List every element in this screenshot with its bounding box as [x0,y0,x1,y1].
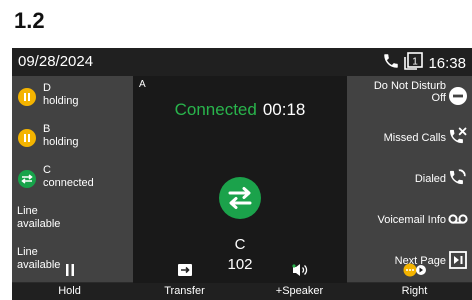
call-status-text: Connected [174,100,257,119]
softkey-label: Voicemail Info [377,214,446,226]
bottom-key-label: +Speaker [275,285,324,297]
hold-icon [64,263,76,282]
bottom-key-label: Transfer [164,285,205,297]
status-date: 09/28/2024 [18,53,94,70]
more-right-icon [402,263,428,282]
softkey-label: Do Not Disturb Off [374,80,446,104]
do-not-disturb-button[interactable]: Do Not Disturb Off [347,76,472,118]
voicemail-icon [448,212,468,231]
hold-status-icon [18,129,36,147]
softkey-label: Dialed [414,173,446,185]
status-bar: 09/28/2024 1 16:38 [12,48,472,76]
right-button[interactable]: Right [357,263,472,300]
line-key-b[interactable]: B holding [12,117,133,159]
line-number-icon: 1 [404,52,424,75]
softkey-panel: Do Not Disturb Off Missed Calls Dialed V… [347,76,472,283]
line-key-state: available [17,259,61,271]
active-call-panel: A Connected 00:18 C 102 [133,76,347,283]
line-key-state: connected [43,177,94,189]
missed-calls-button[interactable]: Missed Calls [347,117,472,159]
softkey-label-line1: Do Not Disturb [373,80,446,92]
hold-button[interactable]: Hold [12,264,127,300]
status-right: 1 16:38 [382,52,466,75]
line-key-name: Line [17,205,38,217]
line-key-available-1[interactable]: Line available [12,199,133,241]
softkey-label: Missed Calls [383,132,446,144]
line-key-state: holding [43,136,79,148]
line-key-state: holding [43,95,79,107]
caller-name: C [234,236,246,253]
dialed-calls-button[interactable]: Dialed [347,158,472,200]
line-keys: D holding B holding C connected Line ava… [12,76,133,283]
call-status: Connected 00:18 [133,100,347,120]
call-timer: 00:18 [262,100,306,119]
line-key-name: C [43,164,51,176]
active-line-letter: A [139,79,146,90]
transfer-button[interactable]: Transfer [127,264,242,300]
bottom-key-label: Hold [58,285,81,297]
line-key-state: available [17,218,61,230]
dialed-calls-icon [448,167,468,192]
connected-status-icon [18,170,36,188]
status-time: 16:38 [428,55,466,72]
phone-screen: 09/28/2024 1 16:38 D holding B holding C… [12,48,472,300]
line-key-name: D [43,82,51,94]
bottom-key-label: Right [401,285,428,297]
speaker-button[interactable]: +Speaker [242,264,357,300]
transfer-icon [177,263,193,282]
do-not-disturb-icon [448,86,468,111]
line-key-c[interactable]: C connected [12,158,133,200]
softkey-label-line2: Off [431,92,446,104]
next-page-icon [448,250,468,275]
hold-status-icon [18,88,36,106]
speaker-icon [291,263,309,282]
bottom-softkey-bar: Hold Transfer +Speaker Right [12,263,472,300]
line-key-name: Line [17,246,38,258]
voicemail-info-button[interactable]: Voicemail Info [347,199,472,241]
call-transfer-icon [219,177,261,219]
caller-number: 102 [227,256,253,273]
line-key-d[interactable]: D holding [12,76,133,118]
missed-calls-icon [448,126,468,151]
phone-icon [382,52,400,75]
section-label: 1.2 [14,8,45,33]
line-number: 1 [413,57,419,68]
line-key-name: B [43,123,51,135]
